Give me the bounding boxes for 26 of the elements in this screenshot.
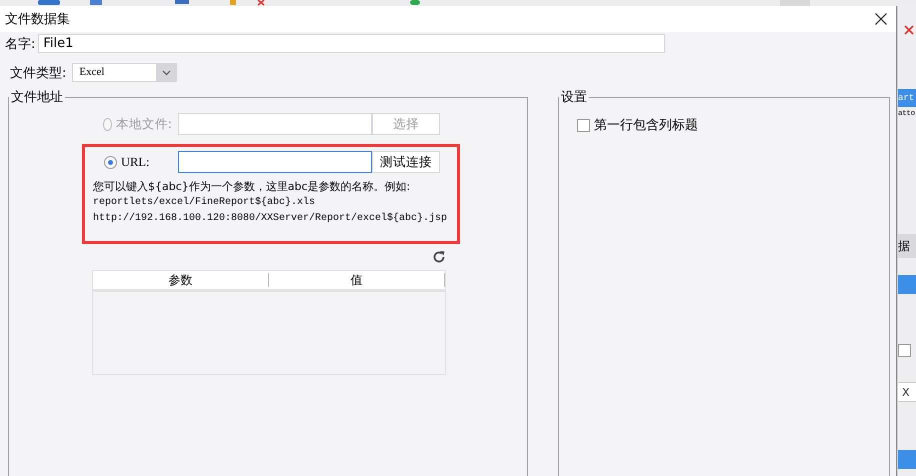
file-type-dropdown[interactable]: Excel <box>72 63 178 82</box>
checkbox[interactable] <box>898 344 911 357</box>
radio-button[interactable] <box>104 156 117 168</box>
path-input-field[interactable] <box>178 151 372 173</box>
checkbox-label[interactable]: 第一行包含列标题 <box>594 116 698 134</box>
panel-bar <box>898 450 916 469</box>
example-path: http://192.168.100.120:8080/XXServer/Report/excel${abc}.jsp <box>93 212 448 226</box>
panel-tab[interactable]: 据 <box>898 234 916 258</box>
close-icon[interactable] <box>904 25 914 35</box>
column-header: 参数 <box>93 273 269 287</box>
name-label: 名字: <box>5 36 36 52</box>
checkbox[interactable] <box>577 118 590 132</box>
help-text: 您可以键入${abc}作为一个参数，这里abc是参数的名称。例如: <box>93 179 412 195</box>
chevron-down-icon <box>162 70 171 76</box>
group-title: 设置 <box>560 89 588 106</box>
group-title: 文件地址 <box>10 89 64 106</box>
refresh-icon[interactable] <box>432 250 446 264</box>
window-title: 文件数据集 <box>5 11 70 28</box>
column-header: 值 <box>269 273 445 287</box>
example-path: reportlets/excel/FineReport${abc}.xls <box>93 196 316 210</box>
radio-option[interactable]: URL: <box>82 154 178 170</box>
test-connection-button[interactable]: 测试连接 <box>372 151 440 173</box>
panel-bar <box>898 275 916 294</box>
file-type-label: 文件类型: <box>10 64 66 82</box>
name-input-field[interactable]: File1 <box>38 34 666 53</box>
axis-field[interactable]: X <box>898 382 916 402</box>
